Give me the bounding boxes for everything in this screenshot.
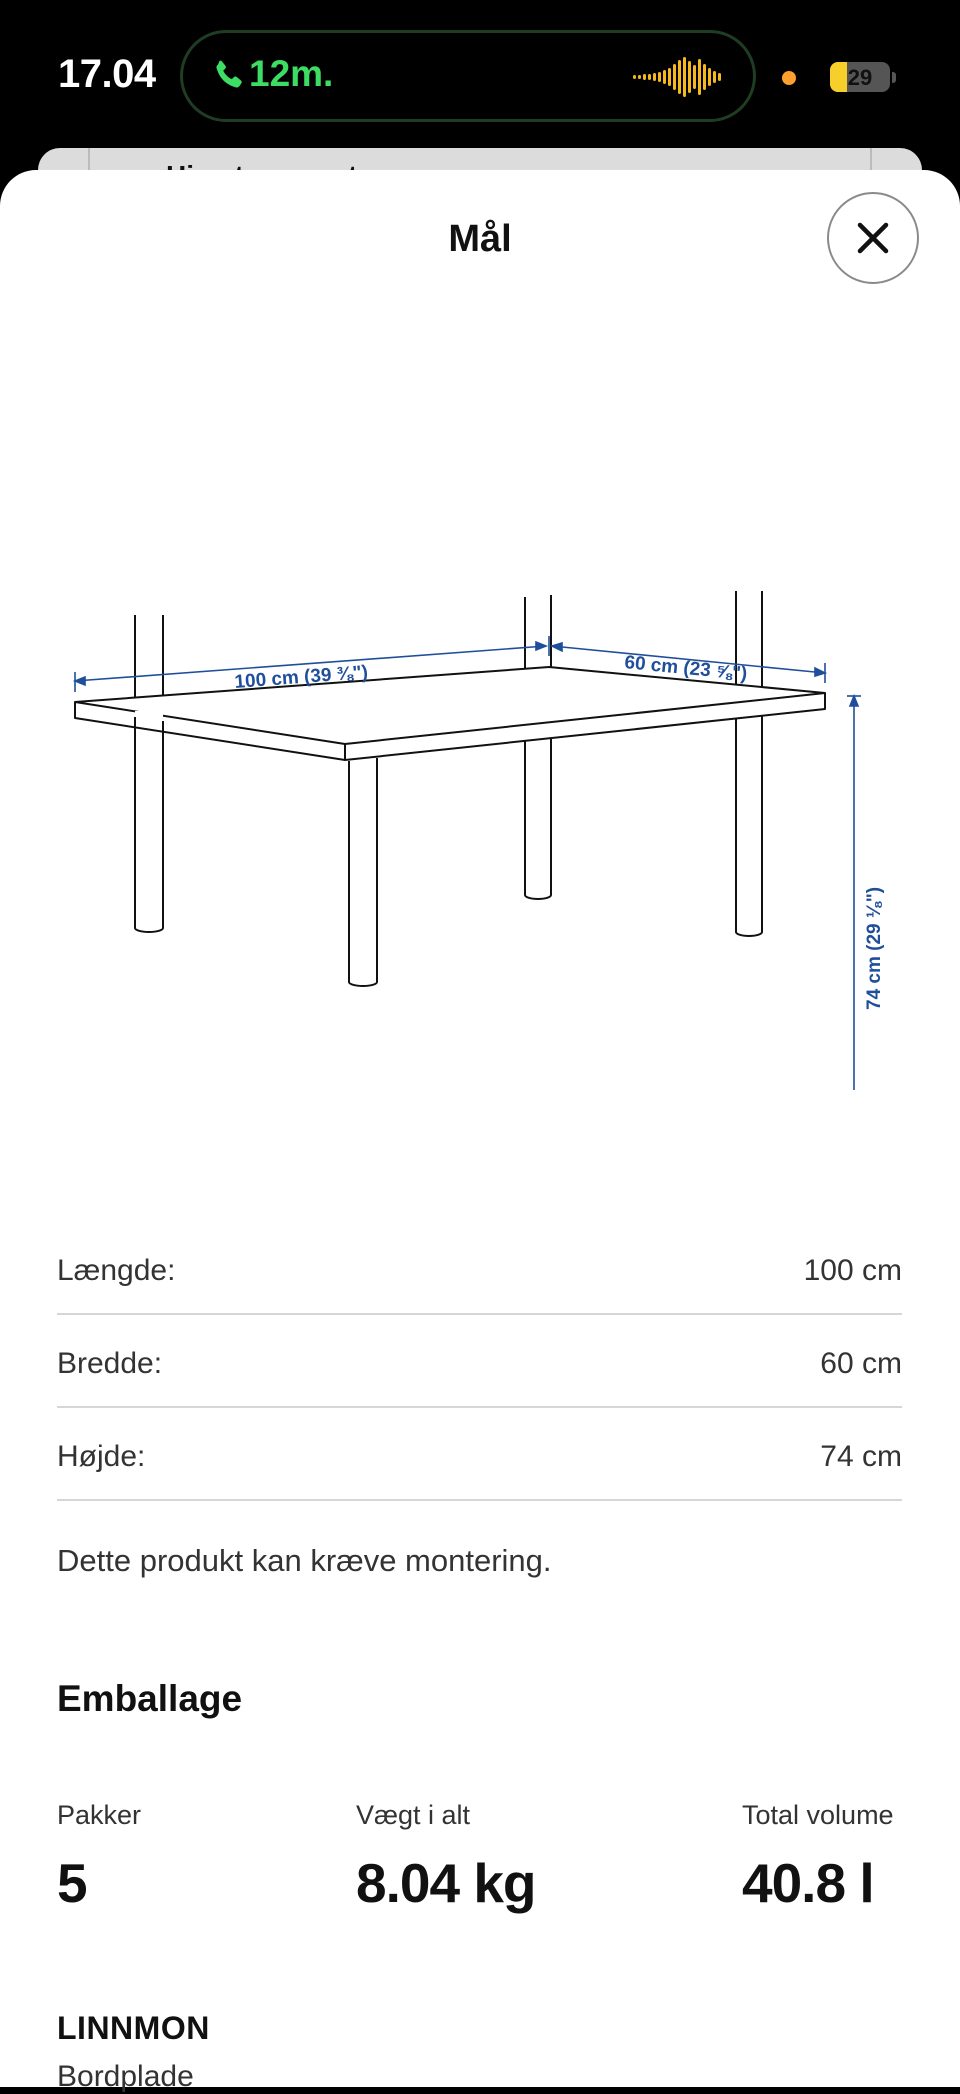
packages-stat: Pakker 5 — [57, 1800, 141, 1915]
dimensions-sheet: Mål 100 cm (39 ⅜") 60 cm (23 ⅝") 74 cm (… — [0, 170, 960, 2093]
sheet-title: Mål — [448, 218, 512, 260]
front-leg-right — [735, 591, 763, 937]
weight-label: Vægt i alt — [356, 1800, 471, 1830]
weight-stat: Vægt i alt 8.04 kg — [356, 1800, 537, 1915]
call-duration: 12m. — [249, 53, 334, 94]
dimension-row-length: Længde: 100 cm — [57, 1222, 902, 1315]
packaging-heading: Emballage — [57, 1678, 243, 1719]
privacy-indicator-dot — [782, 71, 796, 85]
package-item-name: LINNMON — [57, 2010, 210, 2046]
battery-level: 29 — [847, 65, 873, 90]
dimension-label: Bredde: — [57, 1347, 163, 1380]
back-leg-right — [524, 595, 552, 900]
packages-label: Pakker — [57, 1800, 142, 1830]
dimension-label: Længde: — [57, 1254, 176, 1287]
battery-icon: 29 — [830, 62, 890, 92]
height-annotation: 74 cm (29 ⅛") — [864, 887, 885, 1010]
close-icon — [857, 222, 889, 254]
dimension-row-height: Højde: 74 cm — [57, 1408, 902, 1501]
dimension-value: 100 cm — [803, 1254, 902, 1287]
battery-tip — [892, 72, 896, 83]
volume-stat: Total volume 40.8 l — [742, 1800, 894, 1915]
phone-icon — [216, 60, 242, 88]
close-button[interactable] — [827, 192, 919, 284]
table-dimension-diagram: 100 cm (39 ⅜") 60 cm (23 ⅝") 74 cm (29 ⅛… — [72, 591, 885, 1090]
dimension-value: 74 cm — [820, 1440, 902, 1473]
dimension-row-width: Bredde: 60 cm — [57, 1315, 902, 1408]
front-leg-left — [348, 758, 378, 987]
audio-waveform-icon — [633, 57, 721, 97]
dimension-value: 60 cm — [820, 1347, 902, 1380]
status-bar: 17.04 12m. 29 — [0, 0, 960, 150]
volume-value: 40.8 l — [742, 1852, 875, 1914]
dimension-list: Længde: 100 cm Bredde: 60 cm Højde: 74 c… — [57, 1222, 902, 1501]
volume-label: Total volume — [742, 1800, 894, 1830]
assembly-note: Dette produkt kan kræve montering. — [57, 1543, 552, 1578]
weight-value: 8.04 kg — [356, 1852, 537, 1914]
package-item-type: Bordplade — [57, 2060, 194, 2093]
dynamic-island-call[interactable]: 12m. — [180, 30, 756, 122]
packages-value: 5 — [57, 1852, 88, 1914]
back-leg-left — [134, 615, 164, 933]
status-time: 17.04 — [58, 52, 156, 96]
dimension-label: Højde: — [57, 1440, 146, 1473]
